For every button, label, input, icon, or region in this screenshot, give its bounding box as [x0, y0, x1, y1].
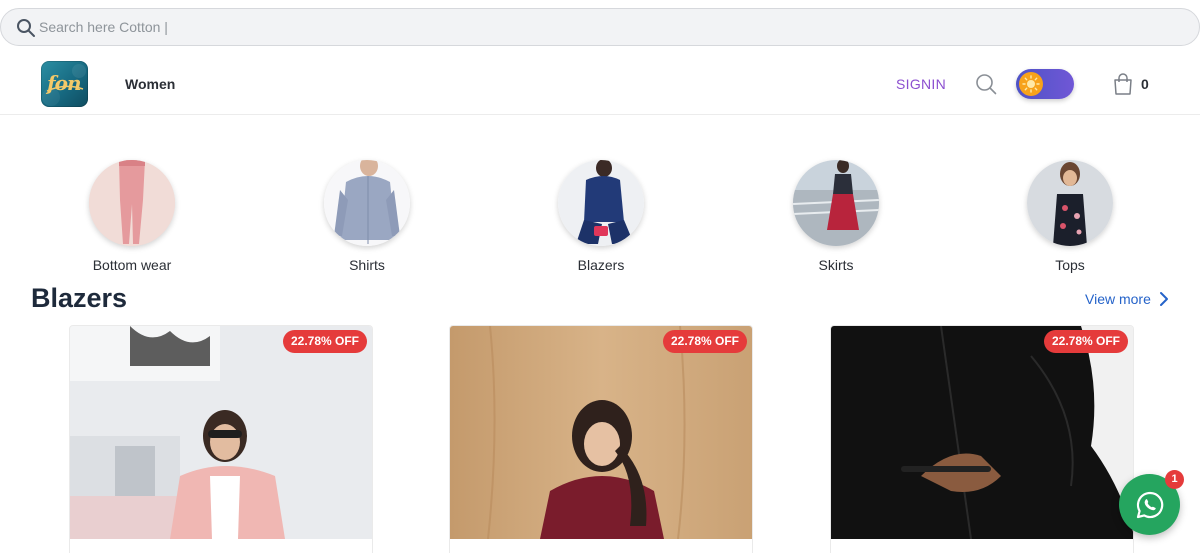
search-input[interactable]: [39, 16, 639, 38]
discount-badge: 22.78% OFF: [1043, 330, 1128, 353]
theme-toggle[interactable]: [1016, 69, 1074, 99]
category-label: Skirts: [818, 257, 854, 273]
product-card[interactable]: 22.78% OFF: [830, 325, 1134, 553]
nav-item-women[interactable]: Women: [125, 76, 175, 92]
whatsapp-icon: [1136, 491, 1163, 518]
cart-count: 0: [1141, 76, 1149, 92]
view-more-link[interactable]: View more: [1085, 291, 1169, 307]
category-image: [1027, 160, 1113, 246]
category-bottom-wear[interactable]: Bottom wear: [72, 160, 192, 273]
logo-text: fon: [47, 71, 81, 95]
discount-badge: 22.78% OFF: [662, 330, 747, 353]
shopping-bag-icon[interactable]: [1112, 72, 1134, 96]
sun-icon: [1019, 72, 1043, 96]
search-bar[interactable]: [0, 8, 1200, 46]
chevron-right-icon: [1159, 292, 1168, 306]
notification-badge: 1: [1165, 470, 1184, 489]
category-label: Bottom wear: [92, 257, 172, 273]
category-image: [558, 160, 644, 246]
category-image: [324, 160, 410, 246]
category-label: Shirts: [349, 257, 385, 273]
category-shirts[interactable]: Shirts: [307, 160, 427, 273]
section-title: Blazers: [31, 283, 128, 313]
brand-logo[interactable]: fon: [41, 61, 88, 107]
product-card[interactable]: 22.78% OFF: [449, 325, 753, 553]
site-header: fon Women SIGNIN 0: [0, 52, 1200, 115]
category-image: [793, 160, 879, 246]
category-image: [89, 160, 175, 246]
product-card[interactable]: 22.78% OFF: [69, 325, 373, 553]
product-image: [70, 326, 372, 539]
header-search-icon[interactable]: [975, 73, 997, 95]
category-label: Tops: [1055, 257, 1085, 273]
signin-link[interactable]: SIGNIN: [896, 76, 946, 92]
category-skirts[interactable]: Skirts: [776, 160, 896, 273]
product-image: [450, 326, 752, 539]
discount-badge: 22.78% OFF: [282, 330, 367, 353]
category-label: Blazers: [577, 257, 625, 273]
page: fon Women SIGNIN: [0, 0, 1200, 553]
search-icon: [17, 19, 35, 37]
category-blazers[interactable]: Blazers: [541, 160, 661, 273]
category-tops[interactable]: Tops: [1010, 160, 1130, 273]
view-more-label: View more: [1085, 291, 1151, 307]
product-image: [831, 326, 1133, 539]
